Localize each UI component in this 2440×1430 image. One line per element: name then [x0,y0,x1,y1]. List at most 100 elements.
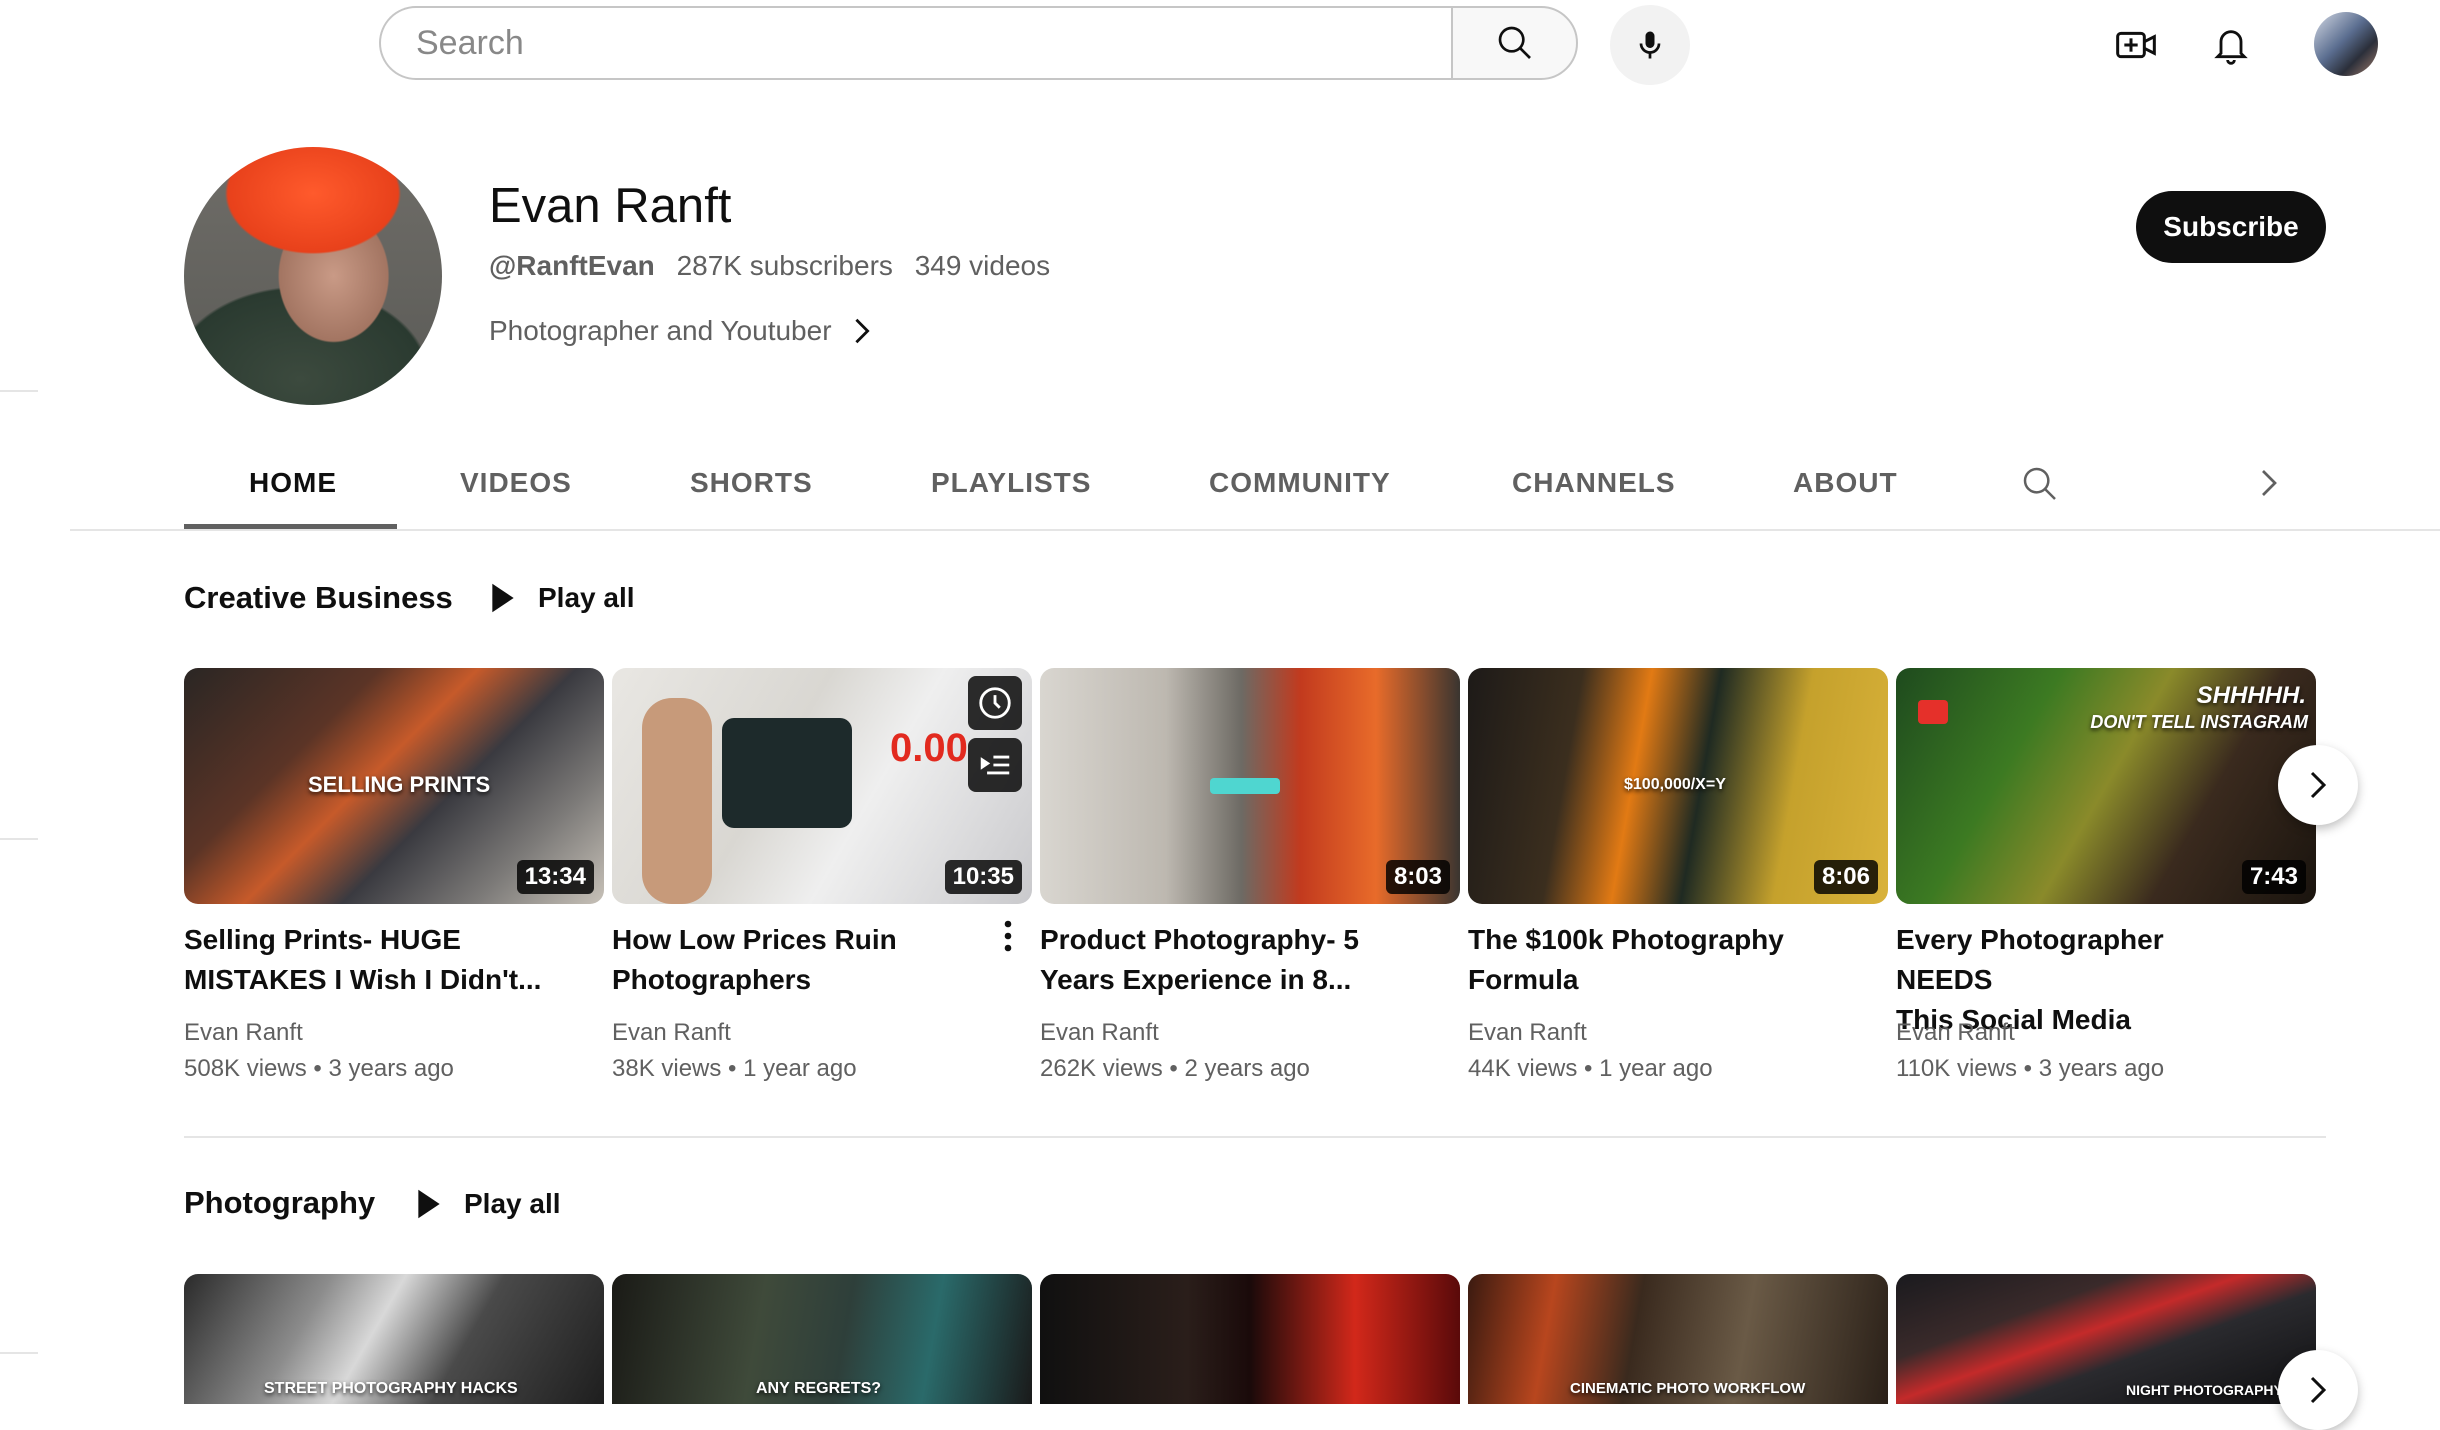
video-title[interactable]: Product Photography- 5 Years Experience … [1040,920,1410,1000]
play-icon [492,583,514,613]
video-thumbnail[interactable] [1040,1274,1460,1404]
video-title-line: Formula [1468,964,1579,995]
channel-handle: @RanftEvan [489,250,655,281]
thumbnail-text: SHHHHH. [2196,682,2306,709]
edge-divider [0,838,38,840]
user-avatar[interactable] [2314,12,2378,76]
tab-shorts[interactable]: SHORTS [690,460,813,530]
video-age: 3 years ago [2038,1055,2165,1082]
channel-name: Evan Ranft [489,179,732,233]
video-title-line: How Low Prices Ruin [612,924,897,955]
search-button[interactable] [1451,6,1578,80]
chevron-right-icon [2310,771,2327,799]
video-thumbnail[interactable]: 8:03 [1040,668,1460,904]
chevron-right-icon [2310,1376,2327,1404]
video-views: 38K views [612,1055,722,1082]
tab-playlists[interactable]: PLAYLISTS [931,460,1091,530]
video-title-line: Product Photography- 5 [1040,924,1359,955]
video-thumbnail[interactable]: ANY REGRETS? [612,1274,1032,1404]
video-age: 1 year ago [1599,1055,1713,1082]
bell-icon [2214,30,2248,65]
video-meta: 262K views • 2 years ago [1040,1055,1310,1082]
edge-divider [0,390,38,392]
play-all-button[interactable]: Play all [416,1188,561,1220]
search-icon [2023,467,2056,500]
play-all-label: Play all [464,1188,561,1219]
video-title[interactable]: How Low Prices Ruin Photographers [612,920,982,1000]
chevron-right-icon [854,318,870,344]
video-meta: 110K views • 3 years ago [1896,1055,2165,1082]
shelf-next-button[interactable] [2278,1350,2358,1430]
video-channel[interactable]: Evan Ranft [1040,1019,1159,1047]
video-age: 2 years ago [1184,1055,1310,1082]
shelf-next-button[interactable] [2278,745,2358,825]
video-age: 3 years ago [328,1055,454,1082]
notifications-button[interactable] [2206,20,2256,70]
more-vert-icon [1004,920,1012,952]
video-channel[interactable]: Evan Ranft [184,1019,303,1047]
video-title-line: The $100k Photography [1468,924,1784,955]
thumbnail-arrow [1210,778,1280,794]
video-thumbnail[interactable]: SHHHHH. DON'T TELL INSTAGRAM 7:43 [1896,668,2316,904]
video-duration: 13:34 [516,860,594,894]
video-title[interactable]: The $100k Photography Formula [1468,920,1838,1000]
tab-community[interactable]: COMMUNITY [1209,460,1391,530]
video-menu-button[interactable] [998,918,1018,959]
tab-home[interactable]: HOME [249,460,337,530]
tab-videos[interactable]: VIDEOS [460,460,572,530]
video-thumbnail[interactable]: $100,000/X=Y 8:06 [1468,668,1888,904]
tab-about[interactable]: ABOUT [1793,460,1898,530]
tabs-scroll-right-button[interactable] [2258,468,2280,503]
video-title[interactable]: Selling Prints- HUGE MISTAKES I Wish I D… [184,920,554,1000]
video-title-line: MISTAKES I Wish I Didn't... [184,964,542,995]
play-icon [418,1189,440,1219]
tab-search-button[interactable] [2020,464,2060,509]
video-meta: 44K views • 1 year ago [1468,1055,1713,1082]
video-count: 349 videos [914,250,1051,281]
video-meta: 508K views • 3 years ago [184,1055,454,1082]
create-video-icon [2116,31,2156,59]
channel-description[interactable]: Photographer and Youtuber [489,315,872,347]
thumbnail-text: DON'T TELL INSTAGRAM [2090,712,2308,732]
video-duration: 7:43 [2241,860,2306,894]
shelf-title: Photography [184,1185,376,1220]
add-to-queue-button[interactable] [968,738,1022,792]
video-thumbnail[interactable]: NIGHT PHOTOGRAPHY [1896,1274,2316,1404]
channel-meta: @RanftEvan 287K subscribers 349 videos [489,250,1064,282]
video-channel[interactable]: Evan Ranft [1896,1019,2015,1047]
video-channel[interactable]: Evan Ranft [1468,1019,1587,1047]
video-thumbnail[interactable]: CINEMATIC PHOTO WORKFLOW [1468,1274,1888,1404]
thumbnail-text: $100,000/X=Y [1624,776,1726,793]
channel-description-text: Photographer and Youtuber [489,315,832,346]
video-thumbnail[interactable]: STREET PHOTOGRAPHY HACKS [184,1274,604,1404]
video-thumbnail[interactable]: SELLING PRINTS 13:34 [184,668,604,904]
video-title-line: Every Photographer NEEDS [1896,924,2164,995]
subscribe-button[interactable]: Subscribe [2136,191,2326,263]
video-views: 44K views [1468,1055,1578,1082]
video-views: 110K views [1896,1055,2017,1082]
chevron-right-icon [2262,470,2277,496]
voice-search-button[interactable] [1610,5,1690,85]
play-all-button[interactable]: Play all [490,582,635,614]
video-duration: 10:35 [944,860,1022,894]
video-channel[interactable]: Evan Ranft [612,1019,731,1047]
thumbnail-text: ANY REGRETS? [756,1380,882,1397]
video-thumbnail[interactable]: 0.00 10:35 [612,668,1032,904]
video-views: 262K views [1040,1055,1163,1082]
shelf-divider [184,1136,2326,1138]
search-box[interactable] [379,6,1453,80]
notification-icon [1918,700,1948,724]
watch-later-button[interactable] [968,676,1022,730]
channel-avatar [184,147,442,405]
subscriber-count: 287K subscribers [676,250,893,281]
tab-channels[interactable]: CHANNELS [1512,460,1676,530]
search-input[interactable] [414,22,1453,64]
thumbnail-camera [722,718,852,828]
video-meta: 38K views • 1 year ago [612,1055,857,1082]
create-button[interactable] [2111,20,2161,70]
channel-tabs: HOME VIDEOS SHORTS PLAYLISTS COMMUNITY C… [0,460,2440,530]
video-views: 508K views [184,1055,307,1082]
tabs-divider [70,529,2440,531]
video-duration: 8:06 [1813,860,1878,894]
shelf-title: Creative Business [184,580,453,615]
